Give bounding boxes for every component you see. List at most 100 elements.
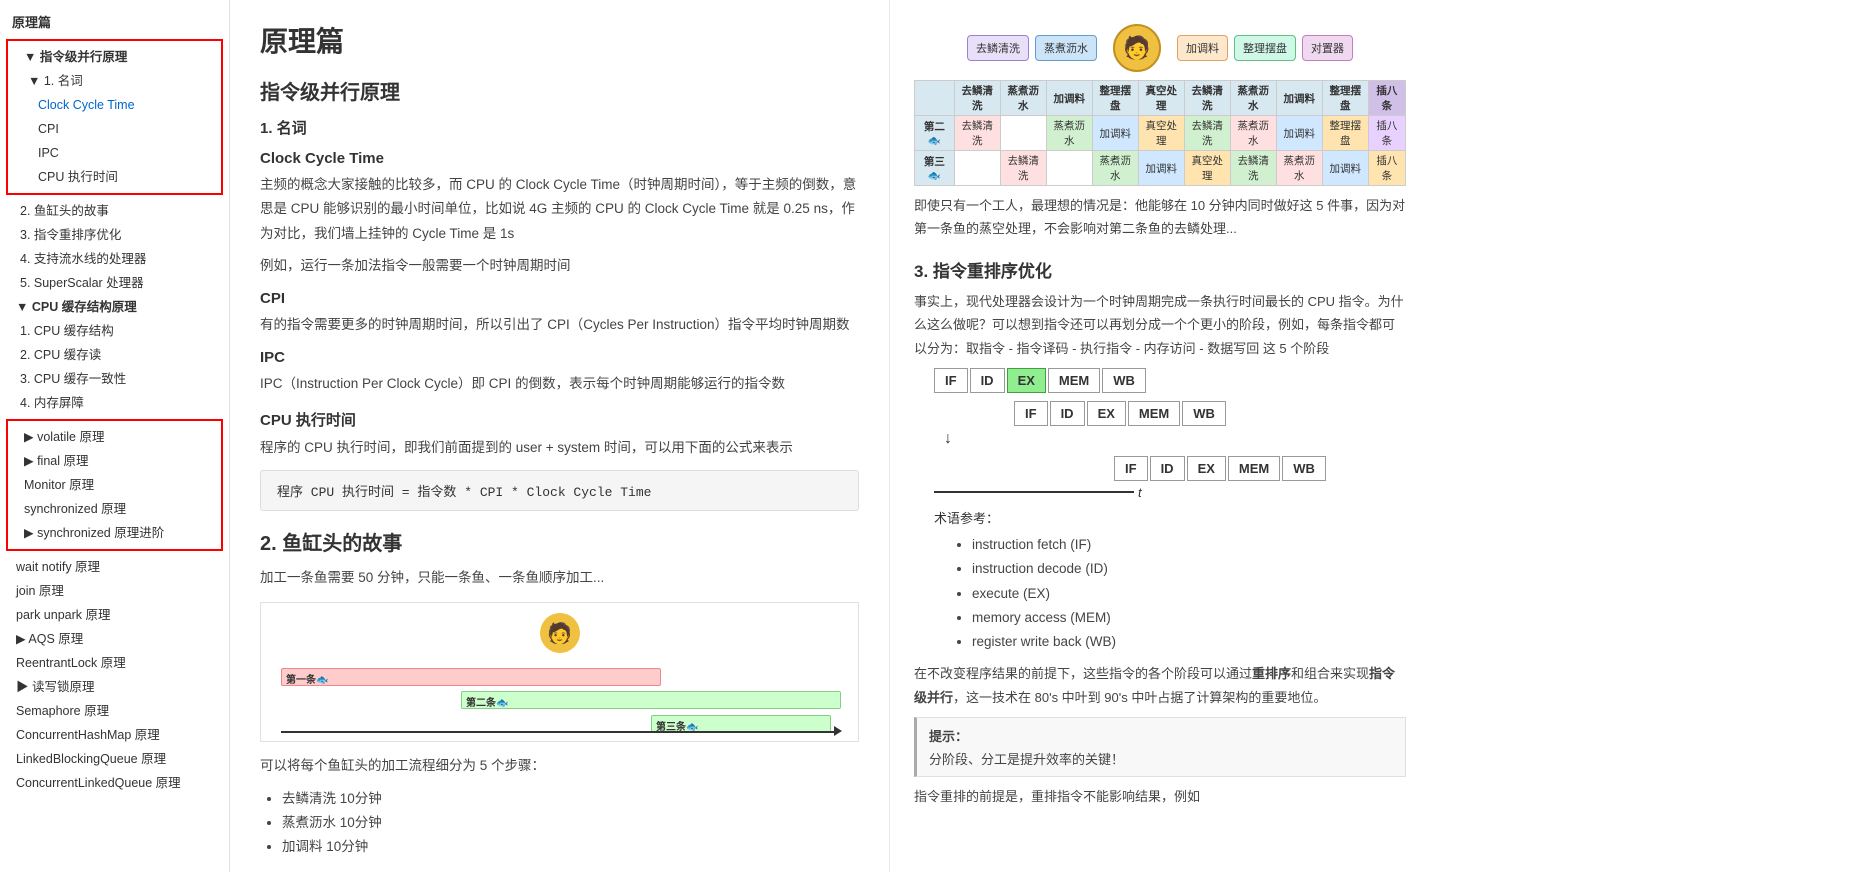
sub4-title: CPU 执行时间	[260, 409, 859, 430]
stage-ID-3: ID	[1150, 456, 1185, 481]
time-arrow-head	[834, 726, 842, 736]
fish-bar-1: 第一条🐟	[281, 668, 661, 686]
fish-bar-1-label: 第一条🐟	[286, 671, 328, 686]
node-worker: 🧑	[1113, 24, 1161, 72]
sidebar-item-join[interactable]: join 原理	[0, 579, 229, 603]
tip-content: 分阶段、分工是提升效率的关键！	[929, 749, 1393, 768]
fish-bar-2-label: 第二条🐟	[466, 694, 508, 709]
sidebar-item-concurrenthashmap[interactable]: ConcurrentHashMap 原理	[0, 723, 229, 747]
fish-pipeline-diagram: 🧑 第一条🐟 第二条🐟 第三条🐟	[260, 602, 859, 742]
stage-ID: ID	[970, 368, 1005, 393]
term-ex: execute (EX)	[972, 582, 1406, 606]
step-1: 去鳞清洗 10分钟	[282, 787, 859, 811]
sub4-para: 程序的 CPU 执行时间，即我们前面提到的 user + system 时间，可…	[260, 436, 859, 460]
sidebar-item-cpu-cache-consistency[interactable]: 3. CPU 缓存一致性	[0, 367, 229, 391]
sidebar-item-fish-story[interactable]: 2. 鱼缸头的故事	[0, 199, 229, 223]
term-id: instruction decode (ID)	[972, 557, 1406, 581]
sidebar-item-park-unpark[interactable]: park unpark 原理	[0, 603, 229, 627]
sub1-para2: 例如，运行一条加法指令一般需要一个时钟周期时间	[260, 254, 859, 278]
time-line	[934, 491, 1134, 493]
sub2-title: CPI	[260, 290, 859, 307]
sidebar-group-volatile: ▶ volatile 原理 ▶ final 原理 Monitor 原理 sync…	[6, 419, 223, 551]
sidebar-item-readwritelock[interactable]: ▶ 读写锁原理	[0, 675, 229, 699]
stage-IF: IF	[934, 368, 968, 393]
pipeline-stages-row2: IF ID EX MEM WB	[1014, 401, 1406, 426]
page-title: 原理篇	[260, 20, 859, 60]
sidebar-item-wait-notify[interactable]: wait notify 原理	[0, 555, 229, 579]
sidebar-item-cpi[interactable]: CPI	[8, 117, 221, 141]
stage-MEM-2: MEM	[1128, 401, 1180, 426]
stage-WB-2: WB	[1182, 401, 1226, 426]
step-3: 加调料 10分钟	[282, 835, 859, 859]
sidebar-item-semaphore[interactable]: Semaphore 原理	[0, 699, 229, 723]
sidebar-item-cpu-time[interactable]: CPU 执行时间	[8, 165, 221, 189]
stage-MEM-3: MEM	[1228, 456, 1280, 481]
sidebar-item-synchronized-adv[interactable]: ▶ synchronized 原理进阶	[8, 521, 221, 545]
time-arrow-line	[281, 731, 838, 733]
term-mem: memory access (MEM)	[972, 606, 1406, 630]
time-label: t	[1138, 485, 1142, 500]
stage-IF-2: IF	[1014, 401, 1048, 426]
sub1-title: Clock Cycle Time	[260, 150, 859, 167]
article-title: 指令级并行原理	[260, 76, 859, 105]
sidebar-item-volatile[interactable]: ▶ volatile 原理	[8, 425, 221, 449]
tip-title: 提示：	[929, 726, 1393, 745]
code-formula: 程序 CPU 执行时间 = 指令数 * CPI * Clock Cycle Ti…	[260, 470, 859, 511]
sidebar-group-instructions: ▼ 指令级并行原理 ▼ 1. 名词 Clock Cycle Time CPI I…	[6, 39, 223, 195]
sidebar-item-terms[interactable]: ▼ 1. 名词	[8, 69, 221, 93]
pipeline-table: 去鳞清洗 蒸煮沥水 加调料 整理摆盘 真空处理 去鳞清洗 蒸煮沥水 加调料 整理…	[914, 80, 1406, 186]
top-diagram: 去鳞清洗 蒸煮沥水 🧑 加调料 整理摆盘 对置器 去鳞清洗 蒸煮沥水 加调料 整…	[914, 24, 1406, 241]
diagram-caption: 即使只有一个工人，最理想的情况是：他能够在 10 分钟内同时做好这 5 件事，因…	[914, 194, 1406, 241]
sidebar-item-memory-barrier[interactable]: 4. 内存屏障	[0, 391, 229, 415]
sub3-para: IPC（Instruction Per Clock Cycle）即 CPI 的倒…	[260, 372, 859, 396]
sidebar-item-reorder[interactable]: 3. 指令重排序优化	[0, 223, 229, 247]
section2-para: 加工一条鱼需要 50 分钟，只能一条鱼、一条鱼顺序加工...	[260, 566, 859, 590]
sidebar-item-aqs[interactable]: ▶ AQS 原理	[0, 627, 229, 651]
term-wb: register write back (WB)	[972, 630, 1406, 654]
section2-title: 2. 鱼缸头的故事	[260, 527, 859, 556]
sidebar-item-synchronized[interactable]: synchronized 原理	[8, 497, 221, 521]
sidebar-item-reentrantlock[interactable]: ReentrantLock 原理	[0, 651, 229, 675]
stage-EX-3: EX	[1187, 456, 1226, 481]
node-tiaoling: 加调料	[1177, 35, 1228, 61]
sub3-title: IPC	[260, 349, 859, 366]
section1-title: 1. 名词	[260, 117, 859, 138]
sub1-para1: 主频的概念大家接触的比较多，而 CPU 的 Clock Cycle Time（时…	[260, 173, 859, 246]
sidebar-item-instruction-parallel[interactable]: ▼ 指令级并行原理	[8, 45, 221, 69]
stage-EX-2: EX	[1087, 401, 1126, 426]
sidebar-item-clock-cycle-time[interactable]: Clock Cycle Time	[8, 93, 221, 117]
stage-IF-3: IF	[1114, 456, 1148, 481]
sidebar-item-cpu-cache-section[interactable]: ▼ CPU 缓存结构原理	[0, 295, 229, 319]
section3-para3: 指令重排的前提是，重排指令不能影响结果，例如	[914, 785, 1406, 808]
down-arrow: ↓	[944, 430, 1406, 448]
section2-para2: 可以将每个鱼缸头的加工流程细分为 5 个步骤：	[260, 754, 859, 778]
term-if: instruction fetch (IF)	[972, 533, 1406, 557]
sidebar: 原理篇 ▼ 指令级并行原理 ▼ 1. 名词 Clock Cycle Time C…	[0, 0, 230, 872]
node-zhengzhu: 蒸煮沥水	[1035, 35, 1097, 61]
stage-WB: WB	[1102, 368, 1146, 393]
right-panel: 去鳞清洗 蒸煮沥水 🧑 加调料 整理摆盘 对置器 去鳞清洗 蒸煮沥水 加调料 整…	[890, 0, 1430, 872]
main-content: 原理篇 指令级并行原理 1. 名词 Clock Cycle Time 主频的概念…	[230, 0, 890, 872]
time-arrow-container: t	[934, 485, 1406, 500]
step-2: 蒸煮沥水 10分钟	[282, 811, 859, 835]
tip-box: 提示： 分阶段、分工是提升效率的关键！	[914, 717, 1406, 777]
diagram-top-row: 去鳞清洗 蒸煮沥水 🧑 加调料 整理摆盘 对置器	[914, 24, 1406, 72]
sidebar-item-ipc[interactable]: IPC	[8, 141, 221, 165]
sub2-para: 有的指令需要更多的时钟周期时间，所以引出了 CPI（Cycles Per Ins…	[260, 313, 859, 337]
node-zhengluo: 整理摆盘	[1234, 35, 1296, 61]
sidebar-item-final[interactable]: ▶ final 原理	[8, 449, 221, 473]
node-qinxi: 去鳞清洗	[967, 35, 1029, 61]
stage-EX: EX	[1007, 368, 1046, 393]
sidebar-item-cpu-cache-struct[interactable]: 1. CPU 缓存结构	[0, 319, 229, 343]
sidebar-item-monitor[interactable]: Monitor 原理	[8, 473, 221, 497]
sidebar-item-linkedblockingqueue[interactable]: LinkedBlockingQueue 原理	[0, 747, 229, 771]
sidebar-item-concurrentlinkedqueue[interactable]: ConcurrentLinkedQueue 原理	[0, 771, 229, 795]
section3-para2: 在不改变程序结果的前提下，这些指令的各个阶段可以通过重排序和组合来实现指令级并行…	[914, 662, 1406, 709]
stage-ID-2: ID	[1050, 401, 1085, 426]
sidebar-item-pipeline-cpu[interactable]: 4. 支持流水线的处理器	[0, 247, 229, 271]
sidebar-top-title: 原理篇	[0, 8, 229, 35]
sidebar-item-cpu-cache-read[interactable]: 2. CPU 缓存读	[0, 343, 229, 367]
stage-MEM: MEM	[1048, 368, 1100, 393]
steps-list: 去鳞清洗 10分钟 蒸煮沥水 10分钟 加调料 10分钟	[260, 787, 859, 860]
sidebar-item-superscalar[interactable]: 5. SuperScalar 处理器	[0, 271, 229, 295]
